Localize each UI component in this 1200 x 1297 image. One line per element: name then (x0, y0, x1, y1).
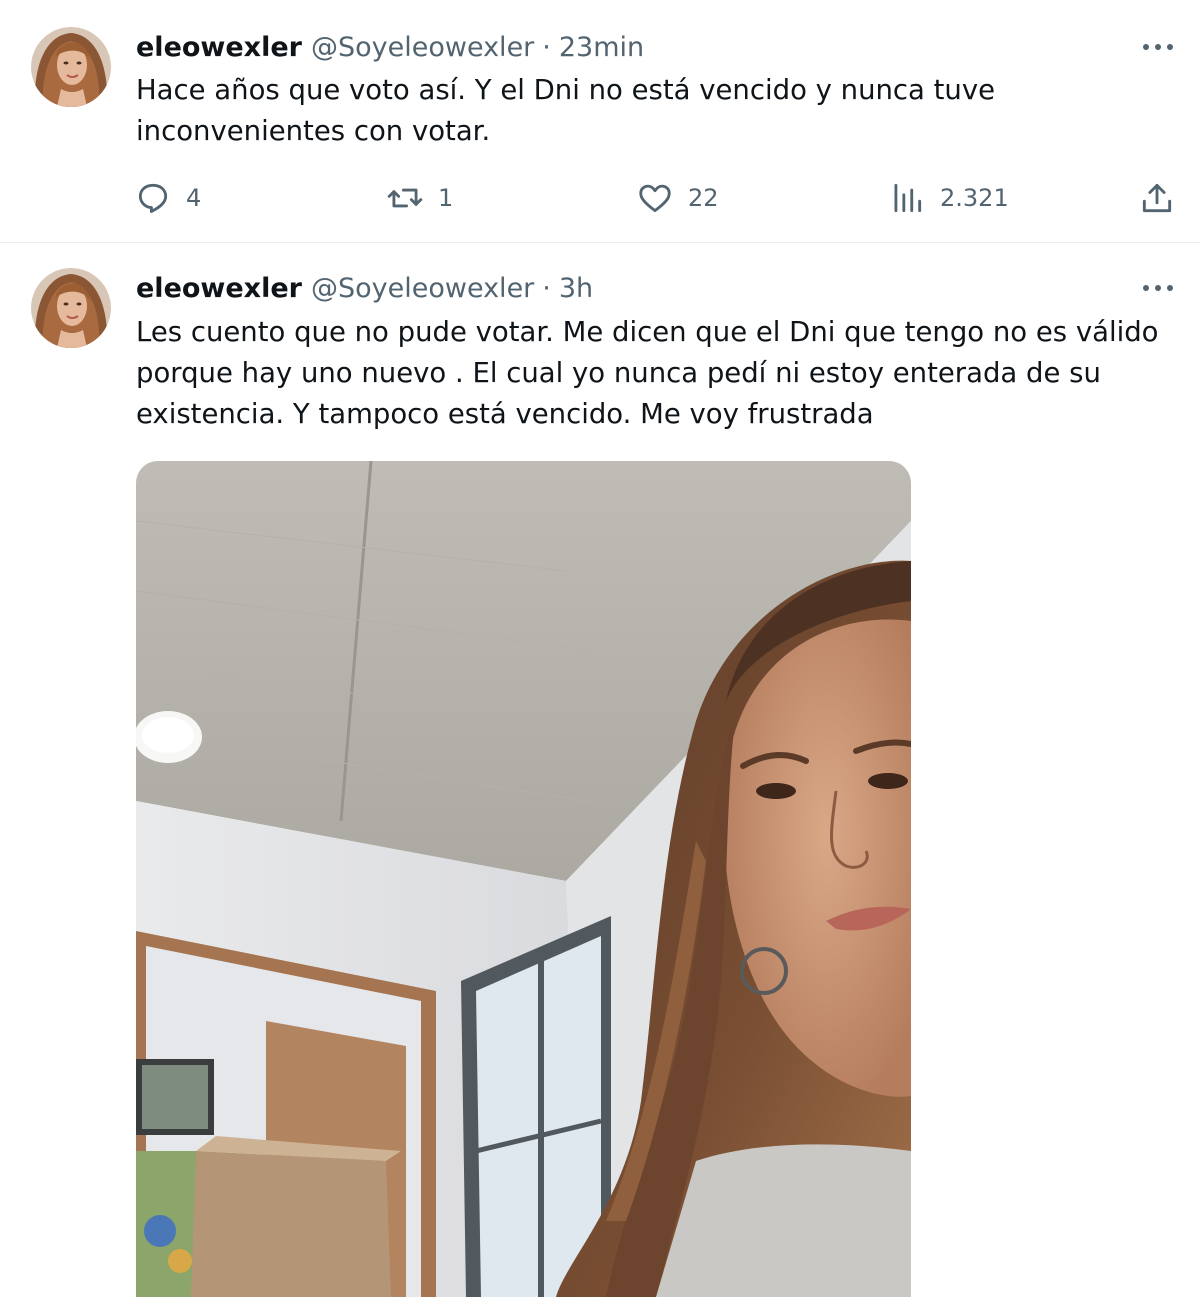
three-dots-icon (1143, 285, 1173, 291)
like-button[interactable]: 22 (636, 176, 719, 220)
author-name[interactable]: eleowexler (136, 273, 302, 304)
tweet-photo[interactable] (136, 461, 911, 1297)
meta-separator: · (542, 31, 551, 63)
tweet-header: eleowexler @Soyeleowexler · 3h (136, 271, 593, 305)
bar-chart-icon (894, 183, 922, 213)
heart-icon (639, 184, 671, 213)
more-options-button[interactable] (1136, 32, 1180, 62)
speech-bubble-icon (138, 183, 168, 213)
tweet-reply[interactable]: eleowexler @Soyeleowexler · 23min Hace a… (0, 0, 1200, 243)
tweet-text: Les cuento que no pude votar. Me dicen q… (136, 316, 1159, 430)
upload-arrow-icon (1142, 183, 1172, 213)
tweet-header: eleowexler @Soyeleowexler · 23min (136, 30, 644, 64)
repost-arrows-icon (387, 188, 423, 208)
author-name[interactable]: eleowexler (136, 32, 302, 63)
post-timestamp[interactable]: 3h (559, 273, 593, 304)
reply-count: 4 (186, 184, 202, 212)
tweet-original[interactable]: eleowexler @Soyeleowexler · 3h Les cuent… (0, 243, 1200, 1297)
views-button[interactable]: 2.321 (888, 176, 1009, 220)
like-count: 22 (688, 184, 719, 212)
reply-button[interactable]: 4 (134, 176, 201, 220)
view-count: 2.321 (940, 184, 1009, 212)
post-timestamp[interactable]: 23min (559, 32, 644, 63)
share-button[interactable] (1138, 176, 1176, 220)
author-handle[interactable]: @Soyeleowexler (311, 32, 534, 63)
author-avatar[interactable] (31, 27, 111, 107)
tweet-text: Hace años que voto así. Y el Dni no está… (136, 74, 996, 147)
more-options-button[interactable] (1136, 273, 1180, 303)
author-handle[interactable]: @Soyeleowexler (311, 273, 534, 304)
repost-count: 1 (438, 184, 454, 212)
meta-separator: · (542, 272, 551, 304)
author-avatar[interactable] (31, 268, 111, 348)
three-dots-icon (1143, 44, 1173, 50)
tweet-actions-bar: 4 1 22 2.321 (134, 176, 1178, 220)
repost-button[interactable]: 1 (386, 176, 453, 220)
